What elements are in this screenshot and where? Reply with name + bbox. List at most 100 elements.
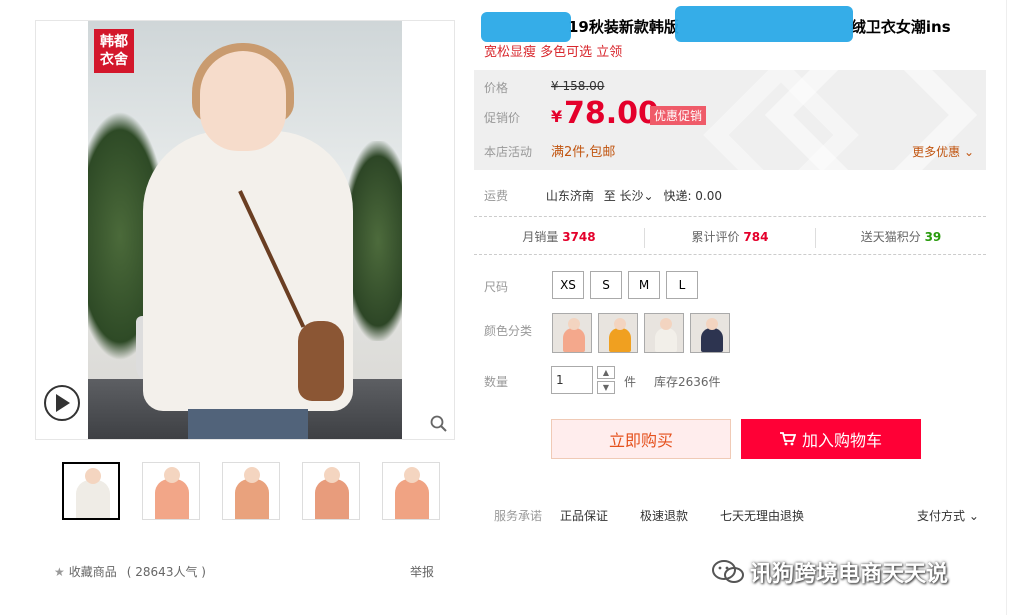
buy-now-button[interactable]: 立即购买 — [551, 419, 731, 459]
service-promises: 服务承诺 正品保证 极速退款 七天无理由退换 — [494, 507, 836, 524]
currency-symbol: ¥ — [551, 107, 563, 126]
favorite-label: 收藏商品 — [68, 565, 117, 579]
more-offers-label: 更多优惠 — [912, 145, 961, 159]
shipping-row: 运费 山东济南 至 长沙⌄ 快递: 0.00 — [484, 187, 722, 204]
payment-methods-dropdown[interactable]: 支付方式 ⌄ — [917, 507, 979, 524]
stat-item: 送天猫积分 39 — [816, 228, 986, 248]
product-subtitle: 宽松显瘦 多色可选 立领 — [484, 45, 623, 60]
quantity-decrease-button[interactable]: ▼ — [597, 381, 615, 394]
divider — [474, 254, 986, 255]
wechat-icon — [712, 560, 744, 583]
service-label: 服务承诺 — [494, 509, 543, 523]
model-bag — [298, 321, 344, 401]
thumbnail-garment — [315, 479, 349, 519]
color-option-2[interactable] — [598, 313, 638, 353]
star-icon: ★ — [54, 564, 65, 579]
title-prefix: 19秋装新款韩版 — [568, 18, 679, 36]
thumbnail-garment — [235, 479, 269, 519]
divider — [474, 216, 986, 217]
ship-to-city: 长沙 — [619, 189, 644, 203]
thumbnail-5[interactable] — [382, 462, 440, 520]
thumbnail-garment — [395, 479, 429, 519]
stat-item: 月销量 3748 — [474, 228, 645, 248]
color-swatch-garment — [609, 328, 631, 352]
model-face — [200, 51, 286, 151]
quantity-increase-button[interactable]: ▲ — [597, 366, 615, 379]
thumbnail-list — [62, 462, 440, 520]
stat-value: 784 — [743, 230, 769, 244]
color-swatch-garment — [563, 328, 585, 352]
color-swatch-garment — [655, 328, 677, 352]
chevron-down-icon: ⌄ — [643, 189, 654, 203]
redaction-mark — [675, 6, 853, 42]
color-swatch-garment — [701, 328, 723, 352]
watermark-text: 讯狗跨境电商天天说 — [750, 562, 949, 587]
cart-icon — [779, 432, 796, 446]
stats-bar: 月销量 3748 累计评价 784 送天猫积分 39 — [474, 228, 986, 248]
color-swatch-face — [614, 318, 626, 330]
color-swatch-face — [706, 318, 718, 330]
size-option-s[interactable]: S — [590, 271, 622, 299]
thumbnail-garment — [155, 479, 189, 519]
service-item[interactable]: 正品保证 — [560, 507, 608, 524]
promo-badge: 优惠促销 — [650, 106, 707, 125]
ship-from: 山东济南 — [545, 189, 594, 203]
model-jeans — [188, 409, 308, 439]
size-option-l[interactable]: L — [666, 271, 698, 299]
thumbnail-face — [164, 467, 180, 483]
color-option-3[interactable] — [644, 313, 684, 353]
favorite-product[interactable]: ★ 收藏商品 ( 28643人气 ) — [54, 563, 206, 580]
thumbnail-face — [244, 467, 260, 483]
more-offers-link[interactable]: 更多优惠 ⌄ — [912, 143, 974, 160]
color-options — [552, 313, 730, 353]
ship-to-select[interactable]: 长沙⌄ — [620, 189, 654, 203]
thumbnail-garment — [76, 480, 110, 518]
main-product-photo[interactable]: 韩都 衣舍 — [88, 21, 402, 439]
size-options: XS S M L — [552, 271, 698, 299]
price-label: 价格 — [484, 81, 509, 95]
payment-label: 支付方式 — [917, 509, 966, 523]
stat-label: 月销量 — [522, 230, 563, 244]
color-swatch-face — [660, 318, 672, 330]
size-label: 尺码 — [484, 280, 509, 294]
divider — [1006, 0, 1007, 615]
stat-item: 累计评价 784 — [645, 228, 816, 248]
activity-label: 本店活动 — [484, 145, 533, 159]
product-gallery: 韩都 衣舍 — [35, 20, 455, 440]
watermark: 讯狗跨境电商天天说 — [712, 556, 948, 588]
thumbnail-4[interactable] — [302, 462, 360, 520]
color-option-1[interactable] — [552, 313, 592, 353]
stat-value: 39 — [924, 230, 942, 244]
stat-value: 3748 — [562, 230, 596, 244]
report-link[interactable]: 举报 — [410, 563, 434, 580]
stat-label: 累计评价 — [691, 230, 744, 244]
thumbnail-face — [324, 467, 340, 483]
thumbnail-1[interactable] — [62, 462, 120, 520]
quantity-input[interactable] — [551, 366, 593, 394]
thumbnail-face — [404, 467, 420, 483]
sale-price: 78.00 — [564, 96, 659, 131]
service-item[interactable]: 七天无理由退换 — [720, 507, 804, 524]
service-item[interactable]: 极速退款 — [640, 507, 688, 524]
ship-to-prefix: 至 — [603, 189, 616, 203]
quantity-unit: 件 — [624, 375, 637, 389]
size-option-xs[interactable]: XS — [552, 271, 584, 299]
thumbnail-face — [85, 468, 101, 484]
color-swatch-face — [568, 318, 580, 330]
activity-value[interactable]: 满2件,包邮 — [551, 141, 615, 160]
title-suffix: 绒卫衣女潮ins — [850, 18, 951, 36]
play-icon — [56, 394, 70, 412]
chevron-down-icon: ⌄ — [965, 509, 979, 523]
zoom-icon[interactable] — [430, 415, 448, 433]
thumbnail-3[interactable] — [222, 462, 280, 520]
size-option-m[interactable]: M — [628, 271, 660, 299]
stat-label: 送天猫积分 — [860, 230, 925, 244]
quantity-label: 数量 — [484, 375, 509, 389]
redaction-mark — [481, 12, 571, 42]
add-to-cart-button[interactable]: 加入购物车 — [741, 419, 921, 459]
play-video-button[interactable] — [44, 385, 80, 421]
color-option-4[interactable] — [690, 313, 730, 353]
thumbnail-2[interactable] — [142, 462, 200, 520]
color-label: 颜色分类 — [484, 324, 533, 338]
add-to-cart-label: 加入购物车 — [801, 431, 882, 450]
